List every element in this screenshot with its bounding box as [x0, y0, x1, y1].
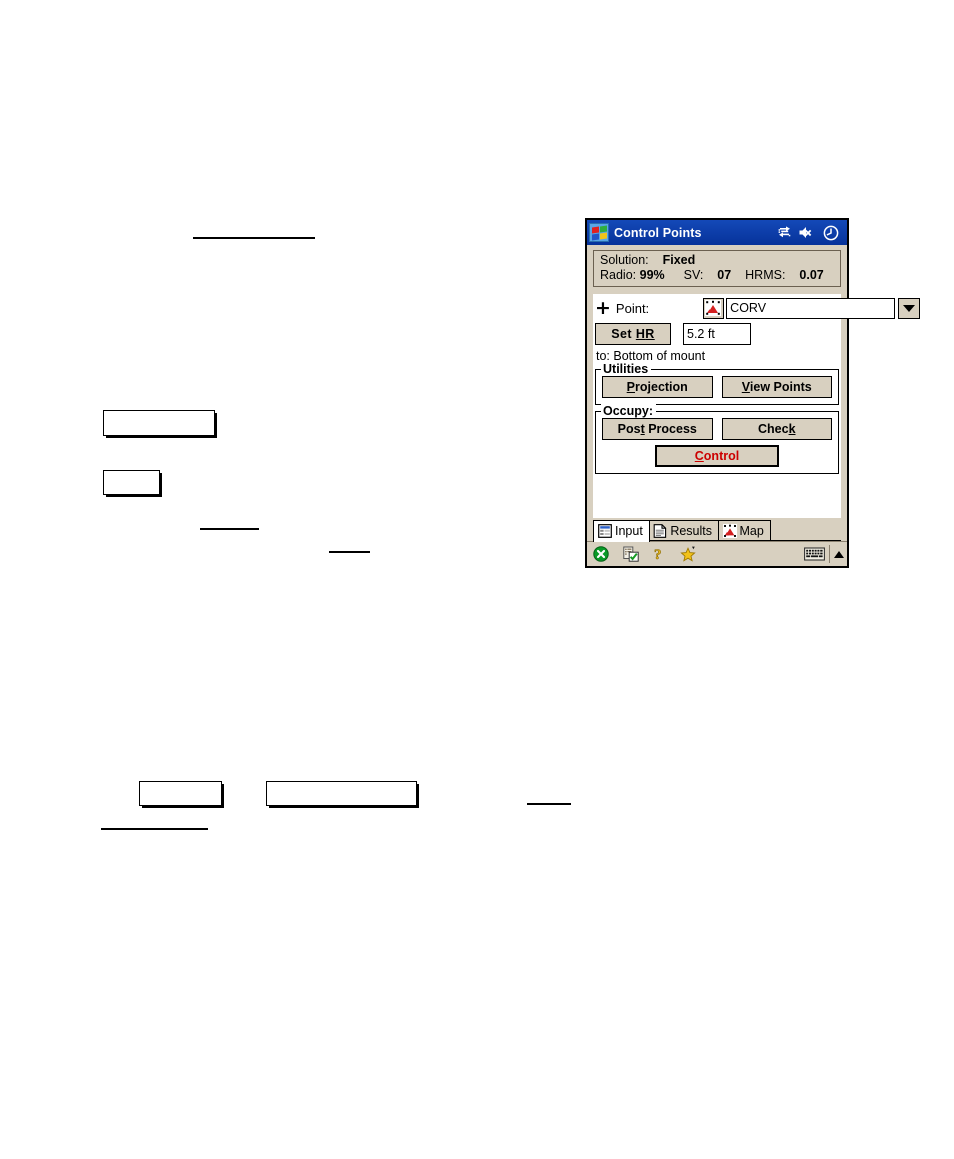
- document-icon: [653, 523, 667, 538]
- radio-value: 99%: [639, 268, 665, 282]
- occupy-group: Occupy: Post Process Check Control: [595, 404, 839, 474]
- blank-underline-4: [527, 803, 571, 805]
- window-title: Control Points: [614, 225, 702, 240]
- tab-map[interactable]: Map: [717, 520, 771, 540]
- check-accel: k: [788, 421, 796, 436]
- solution-value: Fixed: [662, 253, 696, 267]
- question-mark-icon[interactable]: ?: [653, 546, 666, 562]
- blank-underline-1: [193, 237, 315, 239]
- set-hr-post: R: [645, 326, 655, 341]
- point-name-input[interactable]: [726, 297, 896, 319]
- speaker-mute-icon[interactable]: [799, 226, 816, 239]
- command-bar: ?: [587, 541, 847, 566]
- tab-input-label: Input: [615, 524, 643, 539]
- sip-divider: [828, 545, 830, 563]
- control-button-row: Control: [602, 445, 832, 467]
- blank-underline-2: [200, 528, 259, 530]
- projection-post: rojection: [635, 379, 688, 394]
- connectivity-icon[interactable]: [777, 226, 792, 239]
- utilities-group-title: Utilities: [601, 362, 652, 376]
- windows-flag-icon[interactable]: [589, 223, 609, 242]
- keyboard-icon[interactable]: [803, 547, 825, 561]
- tabstrip: Input Results Map: [593, 518, 841, 542]
- sip-controls: [803, 545, 844, 563]
- hrms-label: HRMS:: [745, 268, 786, 282]
- close-circle-icon[interactable]: [593, 546, 609, 562]
- projection-button[interactable]: Projection: [602, 376, 713, 398]
- sv-label: SV:: [683, 268, 704, 282]
- form-input-icon: [598, 524, 612, 539]
- blank-callout-box-4: [266, 781, 417, 806]
- solution-label: Solution:: [600, 253, 649, 267]
- set-hr-button[interactable]: Set HR: [595, 323, 671, 345]
- view-points-post: iew Points: [749, 379, 812, 394]
- pda-device-window: Control Points Solution: Fixed Radio: 99…: [585, 218, 921, 568]
- add-point-icon[interactable]: +: [595, 298, 611, 317]
- control-accel: C: [694, 449, 704, 463]
- blank-underline-5: [101, 828, 208, 830]
- map-point-icon: [722, 523, 737, 538]
- blank-underline-3: [329, 551, 370, 553]
- check-pre: Chec: [757, 421, 789, 436]
- tab-input[interactable]: Input: [593, 520, 650, 542]
- checklist-icon[interactable]: [623, 546, 639, 562]
- star-icon[interactable]: [680, 546, 698, 562]
- titlebar-status-icons: [777, 225, 843, 241]
- blank-callout-box-2: [103, 470, 160, 495]
- hr-value-input[interactable]: [683, 323, 751, 345]
- titlebar: Control Points: [587, 220, 847, 245]
- view-points-accel: V: [741, 379, 750, 394]
- radio-label: Radio:: [600, 268, 637, 282]
- utilities-button-row: Projection View Points: [602, 376, 832, 398]
- post-process-pre: Pos: [617, 421, 641, 436]
- sv-value: 07: [717, 268, 732, 282]
- chevron-down-icon: [903, 304, 916, 312]
- post-process-post: Process: [644, 421, 697, 436]
- view-points-button[interactable]: View Points: [721, 376, 832, 398]
- occupy-group-title: Occupy:: [601, 404, 657, 418]
- blank-callout-box-1: [103, 410, 215, 436]
- map-point-icon-button[interactable]: [703, 297, 725, 319]
- clock-icon[interactable]: [823, 225, 839, 241]
- check-button[interactable]: Check: [721, 418, 832, 440]
- hrms-value: 0.07: [799, 268, 824, 282]
- point-dropdown-button[interactable]: [898, 297, 921, 319]
- caret-up-icon[interactable]: [834, 550, 844, 558]
- point-label: Point:: [615, 300, 650, 316]
- height-rod-row: Set HR: [593, 320, 841, 345]
- control-button[interactable]: Control: [655, 445, 779, 467]
- hr-reference-text: to: Bottom of mount: [596, 349, 706, 363]
- status-radio-row: Radio: 99% SV: 07 HRMS: 0.07: [600, 268, 834, 283]
- status-solution-row: Solution: Fixed: [600, 253, 834, 268]
- tab-map-label: Map: [739, 523, 764, 538]
- tab-results-label: Results: [670, 523, 712, 538]
- utilities-group: Utilities Projection View Points: [595, 362, 839, 405]
- gps-status-panel: Solution: Fixed Radio: 99% SV: 07 HRMS: …: [593, 250, 841, 287]
- tab-results[interactable]: Results: [648, 520, 719, 540]
- set-hr-pre: Set: [611, 326, 636, 341]
- blank-callout-box-3: [139, 781, 222, 806]
- input-tab-panel: + Point: CORV Set HR 5.2 ft to: Bottom o…: [593, 294, 921, 518]
- occupy-button-row: Post Process Check: [602, 418, 832, 440]
- post-process-button[interactable]: Post Process: [602, 418, 713, 440]
- set-hr-accel: H: [635, 326, 646, 341]
- control-post: ontrol: [703, 449, 740, 463]
- projection-accel: P: [626, 379, 636, 394]
- svg-text:?: ?: [654, 547, 662, 562]
- map-point-icon: [705, 299, 722, 316]
- point-row: + Point:: [593, 294, 921, 320]
